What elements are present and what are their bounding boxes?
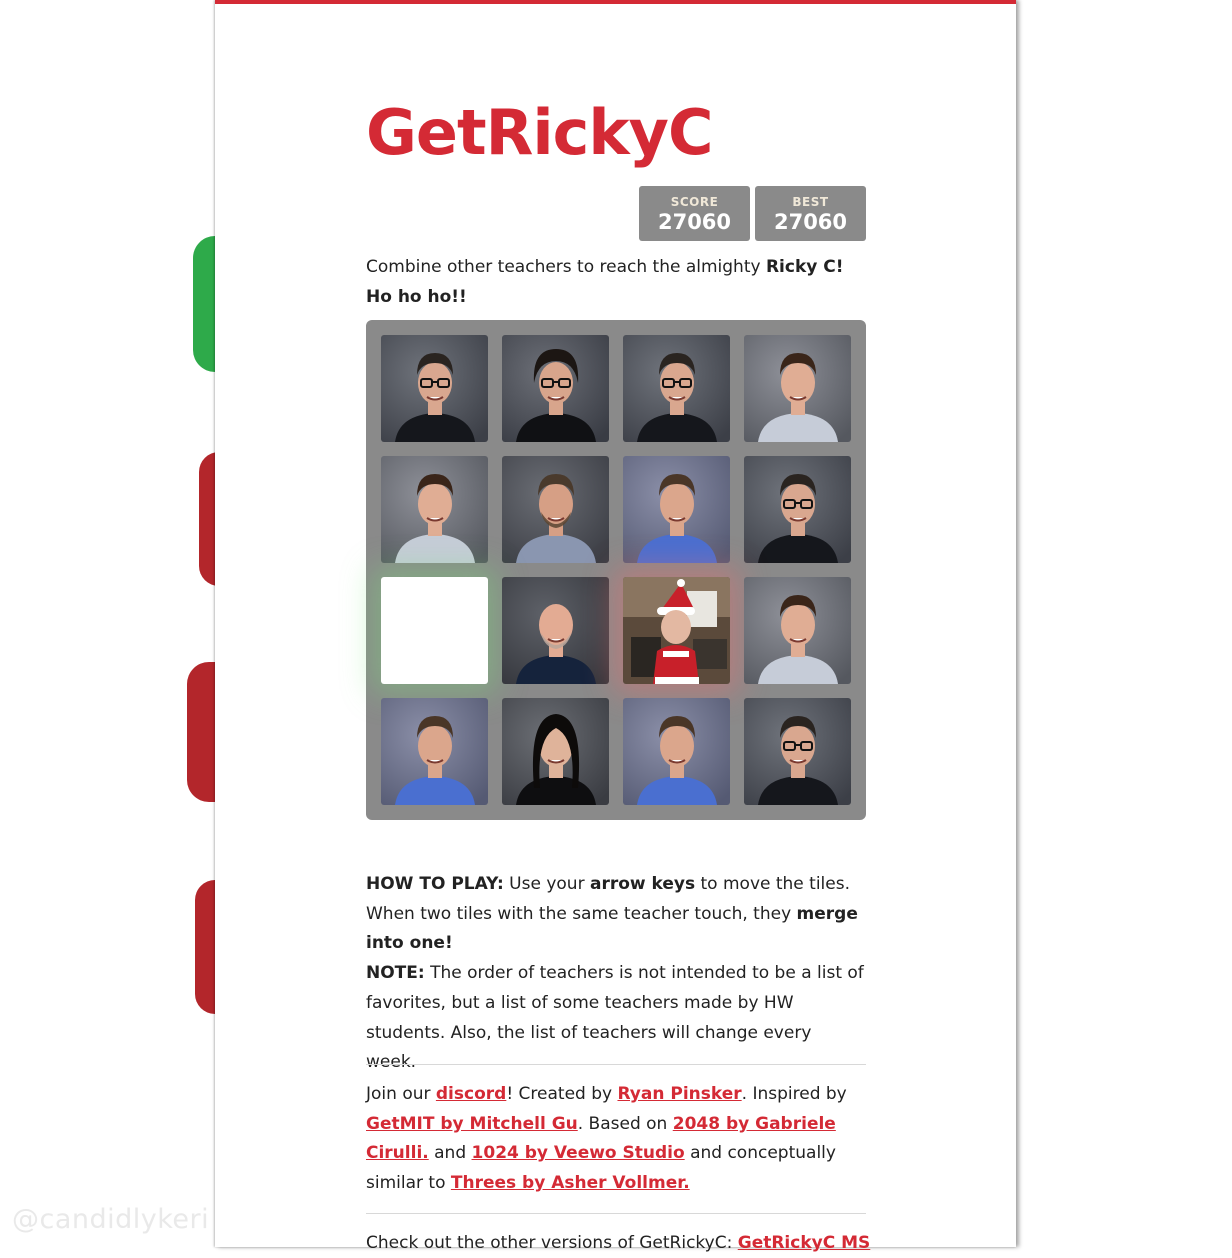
- threes-link[interactable]: Threes by Asher Vollmer.: [451, 1173, 690, 1193]
- howto-bold: arrow keys: [589, 874, 696, 894]
- tile-teacher-blue-shirt: [623, 456, 730, 563]
- score-value: 27060: [657, 210, 732, 234]
- tile-teacher-glasses: [381, 335, 488, 442]
- other-versions: Check out the other versions of GetRicky…: [366, 1228, 886, 1258]
- credits-text: Join our: [366, 1084, 436, 1104]
- intro-plain: Combine other teachers to reach the almi…: [366, 257, 766, 277]
- score-box: SCORE 27060: [639, 186, 750, 241]
- getrickyc-ms-link[interactable]: GetRickyC MS: [738, 1233, 871, 1253]
- intro-text: Combine other teachers to reach the almi…: [366, 252, 866, 312]
- howto-text: Use your: [503, 874, 590, 894]
- other-versions-text: Check out the other versions of GetRicky…: [366, 1233, 738, 1253]
- tile-teacher-blue-shirt: [381, 698, 488, 805]
- link-1024[interactable]: 1024 by Veewo Studio: [472, 1143, 685, 1163]
- tile-teacher-blue-shirt: [623, 698, 730, 805]
- game-board[interactable]: [366, 320, 866, 820]
- how-to-play: HOW TO PLAY: Use your arrow keys to move…: [366, 870, 866, 1078]
- discord-link[interactable]: discord: [436, 1084, 506, 1104]
- tile-teacher-young-checkered: [381, 456, 488, 563]
- divider: [366, 1064, 866, 1065]
- credits-text: and: [428, 1143, 472, 1164]
- author-link[interactable]: Ryan Pinsker: [617, 1084, 741, 1104]
- getmit-link[interactable]: GetMIT by Mitchell Gu: [366, 1114, 578, 1134]
- best-score-box: BEST 27060: [755, 186, 866, 241]
- watermark: @candidlykeri: [12, 1204, 210, 1235]
- tile-teacher-woman-glasses: [502, 335, 609, 442]
- tile-teacher-woman-dark-hair: [502, 698, 609, 805]
- empty-tile: [381, 577, 488, 684]
- divider: [366, 1213, 866, 1214]
- tile-teacher-glasses: [744, 698, 851, 805]
- note-label: NOTE:: [366, 963, 425, 984]
- tile-teacher-glasses: [744, 456, 851, 563]
- note-text: The order of teachers is not intended to…: [366, 963, 864, 1073]
- tile-teacher-young-checkered: [744, 335, 851, 442]
- best-label: BEST: [792, 195, 829, 209]
- credits-text: ! Created by: [506, 1084, 618, 1104]
- best-value: 27060: [773, 210, 848, 234]
- credits-text: . Based on: [577, 1113, 673, 1134]
- howto-label: HOW TO PLAY:: [366, 874, 504, 894]
- tile-teacher-bald: [502, 577, 609, 684]
- tile-ricky-c-santa: [623, 577, 730, 684]
- tile-teacher-beard: [502, 456, 609, 563]
- tile-teacher-young-checkered: [744, 577, 851, 684]
- page-title: GetRickyC: [366, 96, 713, 169]
- credits: Join our discord! Created by Ryan Pinske…: [366, 1080, 866, 1199]
- credits-text: . Inspired by: [741, 1084, 847, 1104]
- score-label: SCORE: [670, 195, 719, 209]
- tile-teacher-glasses: [623, 335, 730, 442]
- game-page: GetRickyC SCORE 27060 BEST 27060 Combine…: [215, 0, 1016, 1253]
